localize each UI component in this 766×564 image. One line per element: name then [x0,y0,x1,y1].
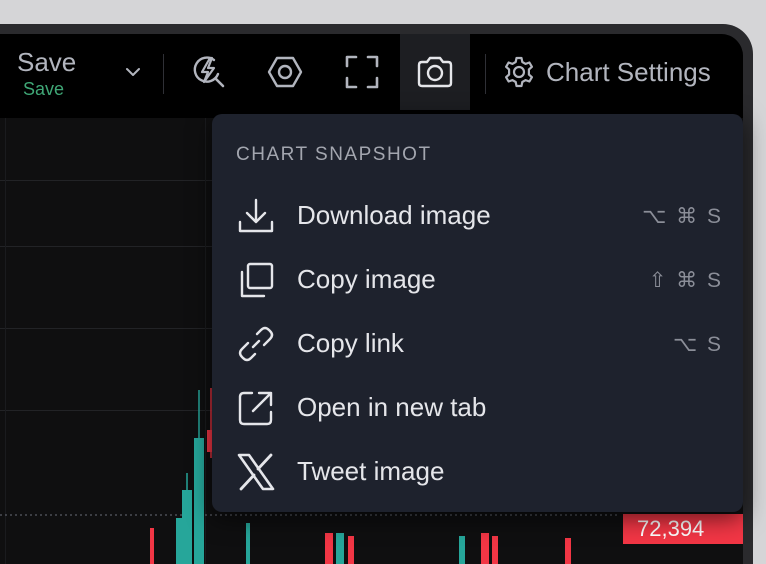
x-logo-icon [237,453,275,491]
chevron-down-icon[interactable] [123,62,143,82]
menu-item-label: Copy image [297,264,436,294]
menu-item-download-image[interactable]: Download image ⌥ ⌘ S [212,184,743,248]
gear-icon [505,56,533,88]
candle-body [194,438,204,564]
menu-item-copy-link[interactable]: Copy link ⌥ S [212,312,743,376]
candle-body [348,536,354,564]
menu-item-tweet-image[interactable]: Tweet image [212,440,743,504]
menu-item-label: Copy link [297,328,404,358]
menu-item-label: Open in new tab [297,392,487,422]
menu-header: CHART SNAPSHOT [236,144,432,165]
menu-item-shortcut: ⇧ ⌘ S [648,269,723,292]
chart-settings-label: Chart Settings [546,56,711,87]
quick-search-button[interactable] [173,34,243,110]
camera-icon [417,56,453,88]
last-price-label: 72,394 [623,514,743,544]
snapshot-button[interactable] [400,34,470,110]
copy-icon [240,262,274,298]
menu-item-shortcut: ⌥ S [672,333,723,356]
candle-body [492,536,498,564]
candle-body [246,523,250,564]
download-icon [238,198,274,233]
candle-body [325,533,333,564]
candle-body [481,533,489,564]
candle-body [459,536,465,564]
save-label: Save [17,47,77,77]
menu-item-label: Download image [297,200,491,230]
menu-item-open-in-new-tab[interactable]: Open in new tab [212,376,743,440]
chart-settings-button[interactable]: Chart Settings [502,52,711,92]
link-icon [238,326,274,362]
candle-body [565,538,571,564]
toolbar-divider [163,54,164,94]
save-layout-button[interactable]: Save Save [17,47,87,99]
fullscreen-icon [345,55,379,89]
toolbar-divider [485,54,486,94]
menu-item-copy-image[interactable]: Copy image ⇧ ⌘ S [212,248,743,312]
top-toolbar: Save Save Chart Settings [0,34,743,118]
chart-snapshot-menu: CHART SNAPSHOT Download image ⌥ ⌘ S Copy… [212,114,743,512]
external-link-icon [238,391,273,426]
candle-body [150,528,154,564]
candle-body [176,518,182,564]
candle-body [182,490,192,564]
candle-body [336,533,344,564]
menu-item-shortcut: ⌥ ⌘ S [642,205,723,228]
lightning-search-icon [193,56,225,88]
hexagon-icon [267,56,303,88]
save-status: Save [23,79,65,99]
fullscreen-button[interactable] [327,34,397,110]
object-tree-button[interactable] [250,34,320,110]
menu-item-label: Tweet image [297,456,445,486]
